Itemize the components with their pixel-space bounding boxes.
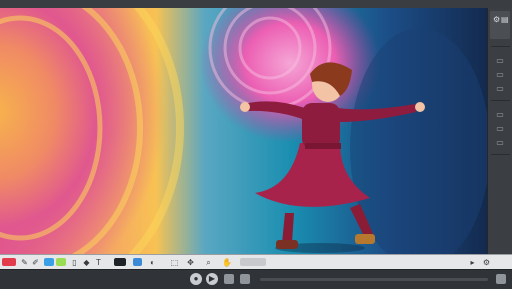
timeline-track[interactable] <box>260 278 488 281</box>
tool-strip: ✎ ✐ ▯ ◆ T ◐ ⬚ ✥ ⌕ ✋ ▸ ⚙ <box>0 254 512 270</box>
record-icon[interactable]: ● <box>190 273 202 285</box>
sliders-icon[interactable]: ▭ <box>493 124 507 134</box>
settings-icon[interactable]: ⚙ <box>482 258 491 267</box>
hand-icon[interactable]: ✋ <box>222 258 232 267</box>
color-swatch-red[interactable] <box>2 258 16 266</box>
play-icon[interactable]: ▶ <box>206 273 218 285</box>
artwork <box>0 8 487 254</box>
color-swatch-green[interactable] <box>56 258 66 266</box>
divider <box>491 100 510 101</box>
more-icon[interactable]: ▭ <box>493 138 507 148</box>
brush-icon[interactable]: ✐ <box>31 258 40 267</box>
divider <box>491 154 510 155</box>
image-canvas[interactable] <box>0 8 487 254</box>
panel-header[interactable]: ⚙ ▤ <box>490 11 510 39</box>
playback-bar: ● ▶ <box>0 269 512 289</box>
camera-icon[interactable] <box>224 274 234 284</box>
color-swatch-blue[interactable] <box>44 258 54 266</box>
eraser-icon[interactable]: ▯ <box>70 258 79 267</box>
lock-icon[interactable]: ▭ <box>493 84 507 94</box>
layers-icon[interactable]: ▤ <box>501 15 509 24</box>
color-swatch-accent[interactable] <box>133 258 142 266</box>
eye-icon[interactable]: ▭ <box>493 70 507 80</box>
fill-icon[interactable]: ◆ <box>82 258 91 267</box>
shape-icon[interactable]: ◐ <box>148 258 157 267</box>
move-icon[interactable]: ✥ <box>186 258 195 267</box>
pen-icon[interactable]: ✎ <box>20 258 29 267</box>
color-swatch-black[interactable] <box>114 258 126 266</box>
mode-toggle[interactable] <box>240 258 266 266</box>
fullscreen-icon[interactable] <box>496 274 506 284</box>
text-icon[interactable]: T <box>94 258 103 267</box>
grid-icon[interactable]: ▭ <box>493 110 507 120</box>
brush-icon[interactable]: ▭ <box>493 56 507 66</box>
gear-icon[interactable]: ⚙ <box>493 15 500 24</box>
film-icon[interactable] <box>240 274 250 284</box>
right-panel: ⚙ ▤ ▭ ▭ ▭ ▭ ▭ ▭ <box>487 8 512 254</box>
divider <box>491 46 510 47</box>
select-icon[interactable]: ⬚ <box>170 258 179 267</box>
collapse-icon[interactable]: ▸ <box>468 258 477 267</box>
zoom-icon[interactable]: ⌕ <box>204 258 213 267</box>
